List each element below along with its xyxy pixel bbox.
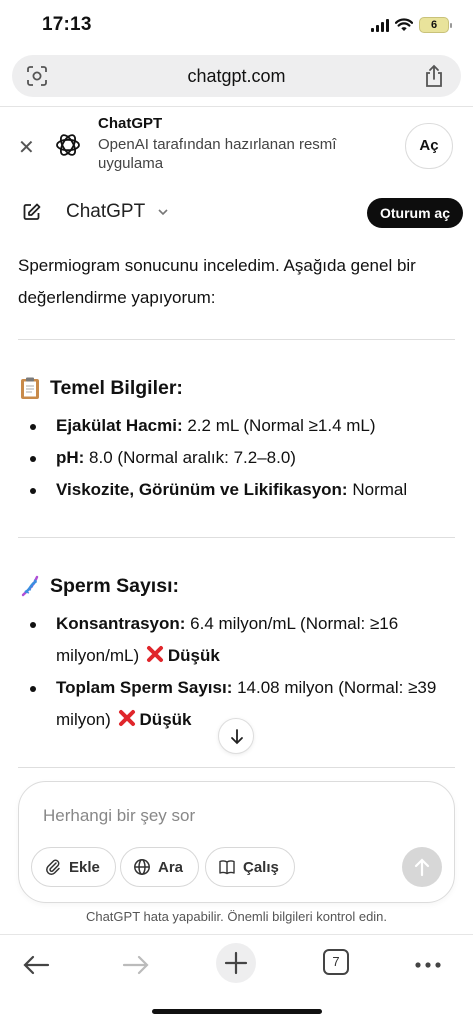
study-label: Çalış [243,858,279,876]
divider [18,339,455,340]
arrow-up-icon [414,858,430,877]
forward-arrow-icon[interactable] [116,945,156,985]
plus-icon [224,951,248,975]
open-app-button[interactable]: Aç [405,123,453,169]
chat-header: ChatGPT Oturum aç [0,182,473,244]
share-icon[interactable] [423,64,445,88]
section-title-text: Temel Bilgiler: [50,376,183,399]
disclaimer-text: ChatGPT hata yapabilir. Önemli bilgileri… [85,909,388,924]
chevron-down-icon[interactable] [157,206,169,218]
red-x-icon [146,646,163,662]
study-button[interactable]: Çalış [205,847,295,887]
new-chat-icon[interactable] [22,202,42,222]
status-flag: Düşük [139,710,192,729]
book-icon [219,860,235,875]
section-title-text: Sperm Sayısı: [50,574,179,597]
app-install-banner: ✕ ChatGPT OpenAI tarafından hazırlanan r… [0,106,473,182]
list-item: pH: 8.0 (Normal aralık: 7.2–8.0) [18,442,448,474]
attach-label: Ekle [69,858,100,876]
item-label: Viskozite, Görünüm ve Likifikasyon: [56,480,348,499]
item-label: pH: [56,448,85,467]
wifi-icon [395,18,413,31]
globe-icon [134,859,150,875]
item-value: 2.2 mL (Normal ≥1.4 mL) [182,416,376,435]
search-label: Ara [158,858,184,876]
sperm-count-list: Konsantrasyon: 6.4 milyon/mL (Normal: ≥1… [18,608,448,736]
paperclip-icon [46,859,60,875]
status-time: 17:13 [42,14,92,35]
login-button[interactable]: Oturum aç [366,198,463,228]
chatgpt-logo-icon [56,134,80,156]
battery-indicator: 6 [419,17,452,33]
close-icon[interactable]: ✕ [18,135,35,160]
address-bar[interactable]: chatgpt.com [12,55,461,97]
section-title: Temel Bilgiler: [18,376,183,400]
item-label: Konsantrasyon: [56,614,186,633]
cellular-signal-icon [371,18,389,32]
more-options-icon[interactable] [408,945,448,985]
list-item: Konsantrasyon: 6.4 milyon/mL (Normal: ≥1… [18,608,448,672]
item-label: Ejakülat Hacmi: [56,416,183,435]
banner-subtitle: OpenAI tarafından hazırlanan resmî uygul… [98,136,337,172]
send-button[interactable] [402,847,442,887]
tabs-button[interactable]: 7 [323,949,349,975]
status-icons: 6 [371,17,452,33]
model-selector[interactable]: ChatGPT [66,201,145,223]
clipboard-icon [21,377,39,399]
red-x-icon [118,710,135,726]
scroll-to-bottom-button[interactable] [218,718,254,754]
browser-toolbar: 7 [0,934,473,994]
item-value: Normal [347,480,408,499]
banner-title: ChatGPT [98,115,163,132]
list-item: Viskozite, Görünüm ve Likifikasyon: Norm… [18,474,448,506]
home-indicator [152,1009,322,1014]
url-text[interactable]: chatgpt.com [12,66,461,87]
new-tab-button[interactable] [216,943,256,983]
arrow-down-icon [231,729,243,745]
status-bar: 17:13 6 [0,0,473,50]
dna-icon [21,575,39,597]
divider [18,767,455,768]
item-label: Toplam Sperm Sayısı: [56,678,233,697]
search-button[interactable]: Ara [120,847,200,887]
list-item: Ejakülat Hacmi: 2.2 mL (Normal ≥1.4 mL) [18,410,448,442]
item-value: 8.0 (Normal aralık: 7.2–8.0) [84,448,296,467]
message-composer[interactable]: Herhangi bir şey sor Ekle Ara Çalış [18,781,455,903]
back-arrow-icon[interactable] [16,945,56,985]
divider [18,537,455,538]
basic-info-list: Ejakülat Hacmi: 2.2 mL (Normal ≥1.4 mL) … [18,410,448,506]
attach-button[interactable]: Ekle [31,847,116,887]
section-title: Sperm Sayısı: [18,574,179,598]
message-input[interactable]: Herhangi bir şey sor [43,806,195,826]
message-intro: Spermiogram sonucunu inceledim. Aşağıda … [18,256,416,307]
status-flag: Düşük [167,646,220,665]
